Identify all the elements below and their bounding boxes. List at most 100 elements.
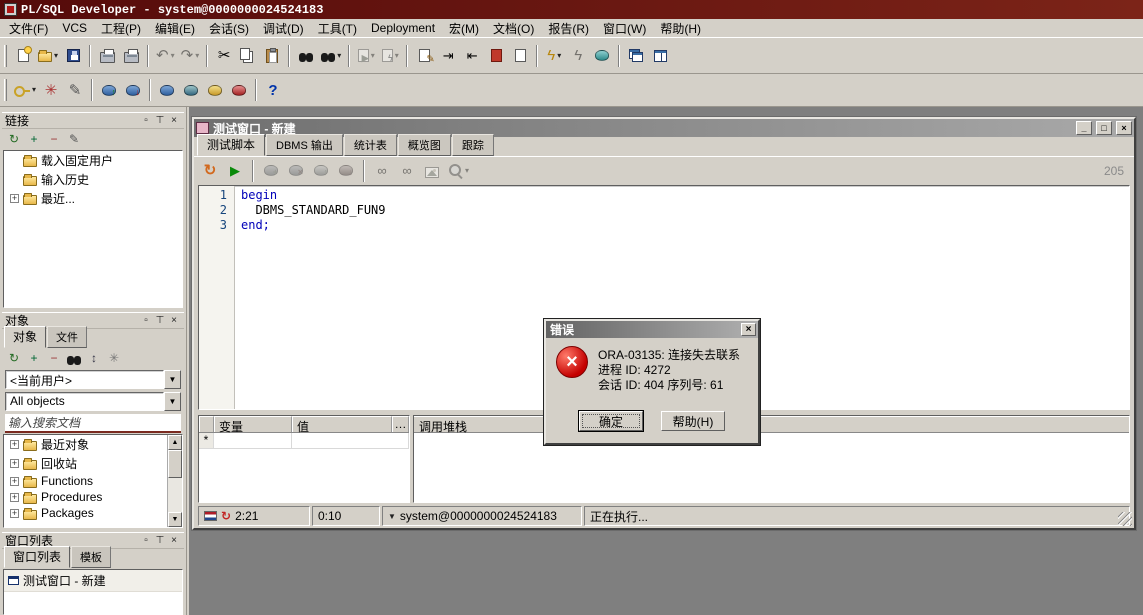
tab-dbms-output[interactable]: DBMS 输出 — [266, 134, 343, 156]
help-dialog-button[interactable]: 帮助(H) — [661, 411, 725, 431]
window-list-item-test-window[interactable]: 测试窗口 - 新建 — [4, 570, 182, 592]
more-button[interactable]: … — [392, 416, 409, 432]
cut-button[interactable]: ✂ — [212, 44, 236, 68]
call-stack-body[interactable] — [414, 433, 1129, 502]
expander-icon[interactable]: + — [10, 477, 19, 486]
menu-item-deployment[interactable]: Deployment — [364, 20, 442, 36]
debug-button[interactable]: ϟ▾ — [378, 44, 402, 68]
variables-grid-row[interactable]: * — [199, 433, 409, 449]
sql-window-button[interactable] — [179, 78, 203, 102]
report-window-button[interactable] — [227, 78, 251, 102]
tab-objects[interactable]: 对象 — [4, 326, 46, 348]
tab-templates[interactable]: 模板 — [71, 546, 111, 568]
expander-icon[interactable]: + — [10, 440, 19, 449]
commit-button[interactable]: ↑ — [97, 78, 121, 102]
menu-item-debug[interactable]: 调试(D) — [256, 19, 311, 38]
profiler-button[interactable]: ∞ — [395, 159, 419, 183]
edit-data-button[interactable] — [412, 44, 436, 68]
new-button[interactable] — [11, 44, 35, 68]
maximize-button[interactable]: □ — [1096, 121, 1112, 135]
execute-button[interactable]: ▶▾ — [354, 44, 378, 68]
rollback-button[interactable]: ↓ — [121, 78, 145, 102]
outdent-button[interactable]: ⇤ — [460, 44, 484, 68]
find-next-button[interactable]: ▾ — [318, 44, 344, 68]
menu-item-macro[interactable]: 宏(M) — [442, 19, 486, 38]
menu-item-tools[interactable]: 工具(T) — [311, 19, 364, 38]
panel-pin-button[interactable]: ⊤ — [153, 114, 167, 127]
value-cell[interactable] — [292, 433, 409, 448]
expand-all-button[interactable]: + — [25, 350, 43, 367]
tab-trace[interactable]: 跟踪 — [452, 134, 494, 156]
menu-item-vcs[interactable]: VCS — [55, 20, 94, 36]
tab-test-script[interactable]: 测试脚本 — [197, 134, 265, 156]
commit-test-button[interactable]: ↑ — [309, 159, 333, 183]
find-button[interactable] — [294, 44, 318, 68]
variable-column-header[interactable]: 变量 — [214, 416, 292, 432]
run-test-button[interactable]: ▶ — [223, 159, 247, 183]
expander-icon[interactable]: + — [10, 194, 19, 203]
user-filter-combo[interactable]: <当前用户> ▼ — [5, 370, 181, 389]
object-search-input[interactable] — [5, 414, 181, 431]
remove-connection-button[interactable]: − — [45, 131, 63, 148]
print-button[interactable] — [95, 44, 119, 68]
search-test-button[interactable]: ▾ — [445, 159, 472, 183]
expander-icon[interactable]: + — [10, 509, 19, 518]
combo-dropdown-button[interactable]: ▼ — [164, 392, 181, 411]
tile-windows-button[interactable] — [648, 44, 672, 68]
variable-cell[interactable] — [214, 433, 292, 448]
open-button[interactable]: ▾ — [35, 44, 61, 68]
preferences-button[interactable]: ✳ — [39, 78, 63, 102]
menu-item-window[interactable]: 窗口(W) — [596, 19, 653, 38]
error-dialog-titlebar[interactable]: 错误 × — [546, 321, 758, 338]
scrollbar-thumb[interactable] — [168, 450, 182, 478]
filter-objects-button[interactable]: ✳ — [105, 350, 123, 367]
panel-pin-button[interactable]: ⊤ — [153, 314, 167, 327]
menu-item-file[interactable]: 文件(F) — [2, 19, 55, 38]
tree-item-recycle-bin[interactable]: + 回收站 — [4, 454, 167, 473]
edit-button[interactable]: ✎ — [63, 78, 87, 102]
add-connection-button[interactable]: + — [25, 131, 43, 148]
tree-item-procedures[interactable]: + Procedures — [4, 489, 167, 505]
print-preview-button[interactable] — [119, 44, 143, 68]
tree-item-packages[interactable]: + Packages — [4, 505, 167, 521]
cascade-windows-button[interactable] — [624, 44, 648, 68]
refresh-session-button[interactable]: ↻ — [198, 159, 222, 183]
panel-restore-button[interactable]: ▫ — [139, 534, 153, 547]
ok-button[interactable]: 确定 — [579, 411, 643, 431]
status-session[interactable]: ▼ system@0000000024524183 — [382, 506, 582, 526]
new-report-button[interactable] — [508, 44, 532, 68]
edit-connection-button[interactable]: ✎ — [65, 131, 83, 148]
add-variable-button[interactable]: + — [259, 159, 283, 183]
toolbar-grip[interactable] — [4, 79, 7, 101]
tab-overview[interactable]: 概览图 — [398, 134, 451, 156]
bind-loop-button[interactable]: ∞ — [370, 159, 394, 183]
undo-button[interactable]: ↶▾ — [153, 44, 178, 68]
object-filter-combo[interactable]: All objects ▼ — [5, 392, 181, 411]
expander-icon[interactable]: + — [10, 493, 19, 502]
find-object-button[interactable] — [65, 350, 83, 367]
value-column-header[interactable]: 值 — [292, 416, 392, 432]
panel-restore-button[interactable]: ▫ — [139, 314, 153, 327]
panel-close-button[interactable]: × — [167, 114, 181, 127]
copy-button[interactable] — [236, 44, 260, 68]
tree-item-recent-objects[interactable]: + 最近对象 — [4, 435, 167, 454]
scroll-down-button[interactable]: ▼ — [168, 512, 182, 527]
error-dialog-close-button[interactable]: × — [741, 323, 756, 336]
macro-record-button[interactable]: ϟ▾ — [542, 44, 566, 68]
collapse-all-button[interactable]: − — [45, 350, 63, 367]
menu-item-edit[interactable]: 编辑(E) — [148, 19, 202, 38]
menu-item-project[interactable]: 工程(P) — [94, 19, 148, 38]
panel-close-button[interactable]: × — [167, 534, 181, 547]
tree-item-recent[interactable]: + 最近... — [4, 189, 182, 208]
close-button[interactable]: × — [1116, 121, 1132, 135]
rollback-test-button[interactable]: ↓ — [334, 159, 358, 183]
tab-window-list[interactable]: 窗口列表 — [4, 546, 70, 568]
refresh-objects-button[interactable]: ↻ — [5, 350, 23, 367]
toolbar-grip[interactable] — [4, 45, 7, 67]
expander-icon[interactable]: + — [10, 459, 19, 468]
logon-button[interactable]: ▾ — [11, 78, 39, 102]
command-window-button-2[interactable] — [203, 78, 227, 102]
resize-grip[interactable] — [1118, 512, 1132, 526]
minimize-button[interactable]: _ — [1076, 121, 1092, 135]
tab-files[interactable]: 文件 — [47, 326, 87, 348]
